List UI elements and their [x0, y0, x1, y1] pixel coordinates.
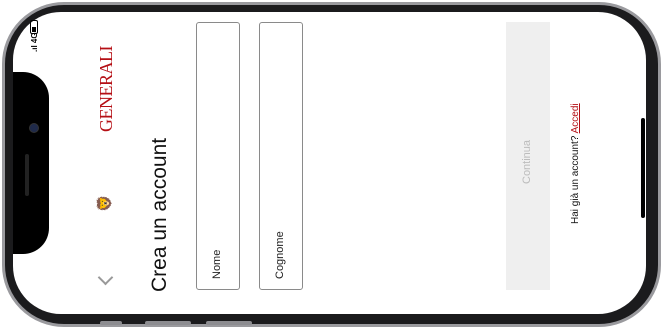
last-name-placeholder: Cognome: [274, 231, 286, 279]
login-prompt-text: Hai già un account?: [570, 135, 581, 224]
continue-button-label: Continua: [521, 139, 533, 184]
device-notch: [13, 72, 49, 254]
first-name-field[interactable]: Nome: [196, 22, 240, 290]
network-status: .ıl 4G: [30, 32, 39, 52]
last-name-field[interactable]: Cognome: [259, 22, 303, 290]
phone-volume-down-button: [206, 321, 252, 325]
front-camera: [30, 124, 38, 132]
page-title: Crea un account: [148, 137, 171, 292]
login-link[interactable]: Accedi: [570, 103, 581, 133]
earpiece-speaker: [25, 154, 29, 196]
first-name-placeholder: Nome: [211, 249, 223, 279]
login-prompt: Hai già un account? Accedi: [570, 103, 581, 224]
home-indicator[interactable]: [641, 118, 645, 218]
phone-side-button: [100, 321, 122, 325]
phone-volume-up-button: [145, 321, 191, 325]
continue-button[interactable]: Continua: [506, 22, 550, 290]
generali-lion-icon: 🦁: [96, 194, 112, 212]
generali-logo: GENERALI: [96, 46, 116, 132]
